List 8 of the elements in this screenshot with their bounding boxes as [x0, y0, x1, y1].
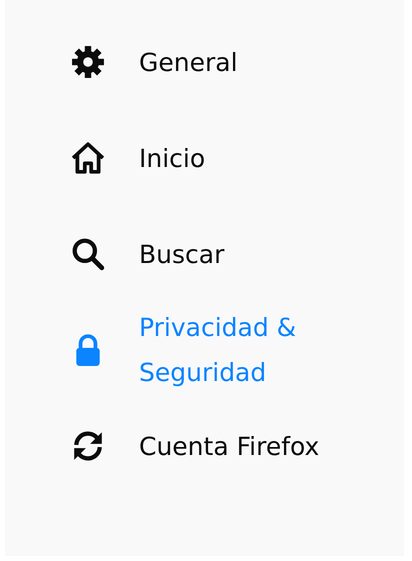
settings-icon [71, 45, 105, 79]
search-icon [71, 237, 105, 271]
sync-icon [71, 429, 105, 463]
sidebar-item[interactable]: Inicio [71, 110, 206, 206]
house-icon [71, 141, 105, 175]
sidebar-item[interactable]: General [71, 14, 238, 110]
sidebar-item[interactable]: Cuenta Firefox [71, 398, 320, 494]
sidebar-item[interactable]: Buscar [71, 206, 224, 302]
